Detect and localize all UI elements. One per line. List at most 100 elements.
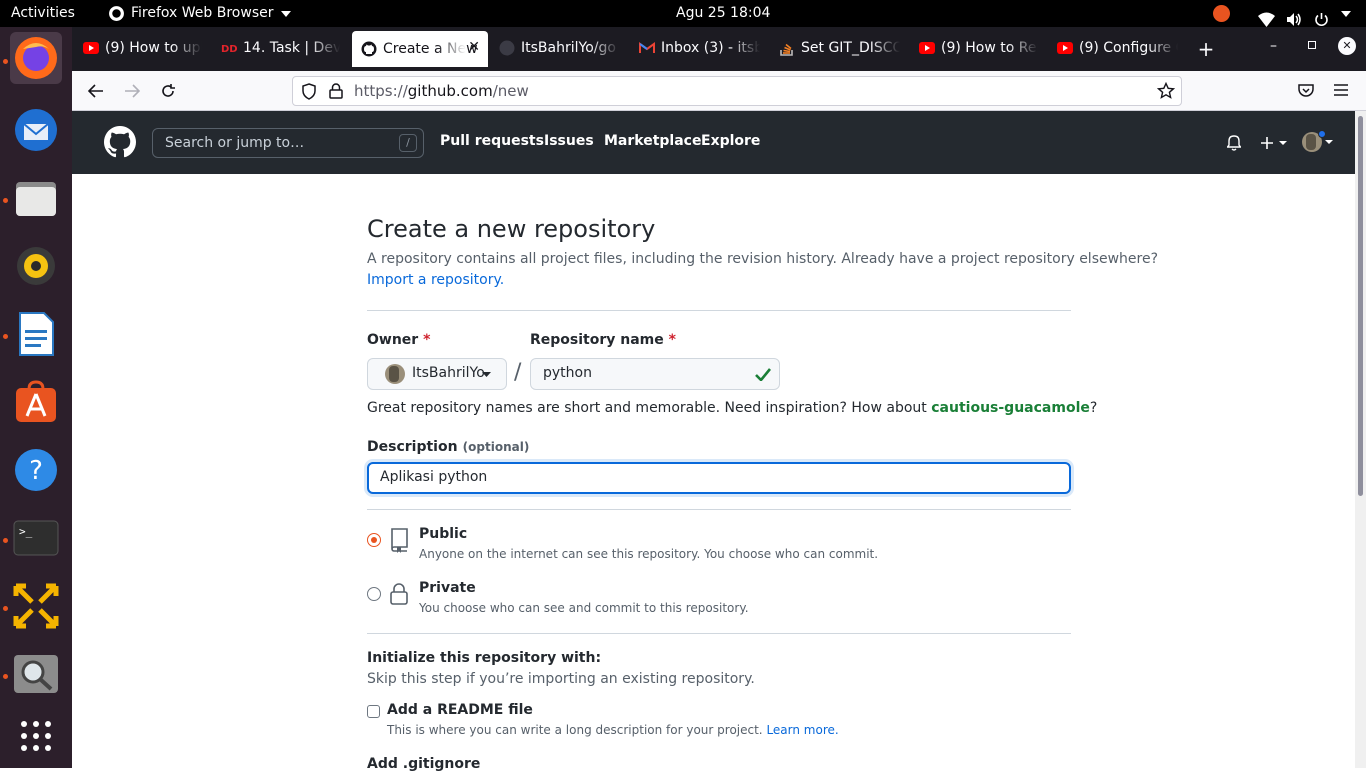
tab-stackoverflow[interactable]: Set GIT_DISCO (770, 30, 900, 66)
github-header: Search or jump to… / Pull requests Issue… (72, 111, 1355, 174)
owner-select[interactable]: ItsBahrilYo (367, 358, 507, 390)
public-radio[interactable] (367, 533, 381, 547)
dock-thunderbird-icon[interactable] (10, 104, 62, 156)
owner-label: Owner * (367, 332, 430, 348)
gnome-top-bar: Activities Firefox Web Browser Agu 25 18… (0, 0, 1366, 27)
back-arrow-icon[interactable] (84, 79, 108, 103)
private-label[interactable]: Private (419, 580, 476, 596)
dock-ubuntu-software-icon[interactable] (10, 376, 62, 428)
tab-close-icon[interactable]: ✕ (468, 39, 480, 55)
hint-suffix: ? (1089, 400, 1098, 416)
dock-rhythmbox-icon[interactable] (10, 240, 62, 292)
dock-show-apps-icon[interactable] (10, 710, 62, 762)
url-host: github.com (407, 82, 493, 100)
nav-explore-link[interactable]: Explore (701, 133, 760, 149)
tracking-protection-shield-icon[interactable] (301, 83, 317, 100)
search-placeholder: Search or jump to… (165, 135, 305, 151)
stackoverflow-icon (779, 40, 795, 56)
create-new-plus-icon[interactable] (1260, 135, 1288, 151)
firefox-small-icon (109, 6, 124, 21)
private-radio[interactable] (367, 587, 381, 601)
window-maximize-icon[interactable] (1308, 41, 1316, 49)
valid-check-icon (755, 368, 771, 381)
dock-network-app-icon[interactable] (10, 580, 62, 632)
url-bar[interactable]: https://github.com/new (292, 76, 1182, 106)
window-close-icon[interactable]: ✕ (1338, 37, 1356, 55)
owner-avatar (385, 364, 405, 384)
import-repository-link[interactable]: Import a repository. (367, 272, 504, 288)
nav-issues-link[interactable]: Issues (544, 133, 594, 149)
dock-libreoffice-writer-icon[interactable] (10, 308, 62, 360)
private-description: You choose who can see and commit to thi… (419, 601, 749, 615)
public-label[interactable]: Public (419, 526, 467, 542)
add-readme-label[interactable]: Add a README file (387, 702, 533, 718)
tab-youtube-how-to-upload[interactable]: (9) How to uplo (74, 30, 202, 66)
tab-devops-task[interactable]: DD 14. Task | DevOps (212, 30, 340, 66)
search-slash-key-hint: / (399, 134, 417, 152)
app-name: Firefox Web Browser (131, 5, 274, 21)
owner-value: ItsBahrilYo (412, 365, 485, 381)
notifications-bell-icon[interactable] (1227, 135, 1241, 151)
reload-icon[interactable] (156, 79, 180, 103)
svg-text:>_: >_ (19, 525, 33, 538)
avatar-chevron-down-icon[interactable] (1324, 139, 1334, 145)
owner-label-text: Owner (367, 332, 419, 348)
divider (367, 310, 1071, 311)
hamburger-menu-icon[interactable] (1334, 84, 1348, 96)
repository-name-input[interactable]: python (530, 358, 780, 390)
nav-pull-requests-link[interactable]: Pull requests (440, 133, 544, 149)
repository-name-label: Repository name * (530, 332, 676, 348)
divider (367, 633, 1071, 634)
clock[interactable]: Agu 25 18:04 (676, 0, 770, 27)
new-tab-plus-icon[interactable]: + (1194, 37, 1218, 61)
lock-icon[interactable] (329, 83, 343, 99)
activities-button[interactable]: Activities (11, 0, 75, 27)
readme-desc-text: This is where you can write a long descr… (387, 723, 763, 737)
description-label-text: Description (367, 439, 458, 455)
dock-terminal-icon[interactable]: >_ (10, 512, 62, 564)
tab-bar: (9) How to uplo DD 14. Task | DevOps Cre… (72, 27, 1366, 71)
youtube-icon (1057, 40, 1073, 56)
window-minimize-icon[interactable]: – (1270, 38, 1277, 54)
dock-help-icon[interactable]: ? (10, 444, 62, 496)
pocket-icon[interactable] (1298, 83, 1314, 98)
gmail-icon (639, 40, 655, 56)
description-value: Aplikasi python (380, 469, 488, 485)
required-mark: * (668, 332, 676, 348)
dev-icon: DD (221, 40, 237, 56)
tab-github-repo[interactable]: ItsBahrilYo/go (490, 30, 620, 66)
url-text: https://github.com/new (354, 82, 529, 100)
repo-label-text: Repository name (530, 332, 664, 348)
dock-firefox-icon[interactable] (10, 32, 62, 84)
dock-files-icon[interactable] (10, 172, 62, 224)
forward-arrow-icon[interactable] (120, 79, 144, 103)
svg-text:DD: DD (221, 44, 237, 53)
tab-youtube-how-to-rename[interactable]: (9) How to Ren (910, 30, 1038, 66)
tab-youtube-configure[interactable]: (9) Configure G (1048, 30, 1178, 66)
indicator-app-icon[interactable] (1213, 5, 1230, 22)
page-title: Create a new repository (367, 215, 656, 243)
add-readme-checkbox[interactable] (367, 705, 380, 718)
navigation-bar: https://github.com/new (72, 71, 1366, 111)
learn-more-link[interactable]: Learn more. (766, 723, 838, 737)
nav-marketplace-link[interactable]: Marketplace (604, 133, 701, 149)
github-logo-icon[interactable] (104, 126, 136, 158)
required-mark: * (423, 332, 431, 348)
github-icon (499, 40, 515, 56)
page-subtitle: A repository contains all project files,… (367, 251, 1159, 267)
tab-gmail-inbox[interactable]: Inbox (3) - itsba (630, 30, 760, 66)
bookmark-star-icon[interactable] (1157, 82, 1175, 100)
description-input[interactable]: Aplikasi python (367, 462, 1071, 494)
name-suggestion-link[interactable]: cautious-guacamole (931, 400, 1090, 416)
page-scrollbar[interactable] (1355, 111, 1366, 768)
chevron-down-icon (280, 10, 291, 17)
url-path: /new (492, 82, 529, 100)
svg-text:?: ? (29, 456, 43, 486)
add-gitignore-label: Add .gitignore (367, 756, 481, 772)
dock: ? >_ (0, 27, 72, 768)
dock-screenshot-icon[interactable] (10, 648, 62, 700)
tab-create-new-repository[interactable]: Create a New ✕ (352, 31, 488, 67)
public-repo-book-icon (391, 528, 408, 553)
github-search-input[interactable]: Search or jump to… / (152, 128, 424, 158)
app-menu[interactable]: Firefox Web Browser (108, 0, 292, 27)
